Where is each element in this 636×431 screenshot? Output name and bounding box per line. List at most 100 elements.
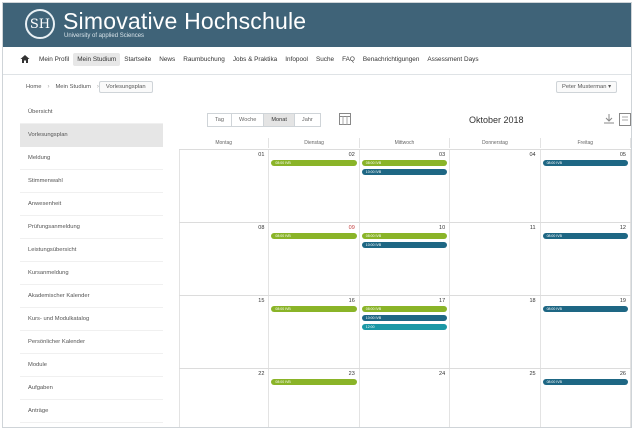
nav-item-6[interactable]: Infopool bbox=[281, 53, 312, 66]
calendar: Tag Woche Monat Jahr Oktober 2018 Montag Die… bbox=[179, 101, 631, 427]
day-cell[interactable]: 23 08:00 IVB bbox=[269, 369, 360, 427]
nav-item-9[interactable]: Benachrichtigungen bbox=[359, 53, 424, 66]
day-cell[interactable]: 25 bbox=[450, 369, 541, 427]
view-button[interactable]: Jahr bbox=[293, 113, 321, 127]
calendar-event[interactable]: 08:00 IVB bbox=[271, 379, 357, 385]
calendar-week: 01 02 08:00 IVB 03 08:00 IVB 10:00 IVB 04 05 08:… bbox=[179, 149, 631, 222]
calendar-event[interactable]: 12:00 bbox=[361, 324, 448, 330]
day-cell[interactable]: 03 08:00 IVB 10:00 IVB bbox=[360, 150, 451, 222]
sidebar-item[interactable]: Übersicht bbox=[20, 101, 163, 124]
sidebar-item[interactable]: Persönlicher Kalender bbox=[20, 331, 163, 354]
day-number: 19 bbox=[619, 298, 626, 304]
sidebar-item[interactable]: Aufgaben bbox=[20, 377, 163, 400]
university-logo[interactable]: SH bbox=[25, 9, 55, 39]
weekday-header: Montag Dienstag Mittwoch Donnerstag Freitag bbox=[179, 138, 631, 148]
calendar-event[interactable]: 08:00 IVB bbox=[271, 233, 357, 239]
day-number: 05 bbox=[619, 152, 626, 158]
day-events: 08:00 IVB bbox=[542, 379, 628, 388]
sidebar-item[interactable]: Kurs- und Modulkatalog bbox=[20, 308, 163, 331]
day-number: 23 bbox=[348, 371, 355, 377]
calendar-grid-icon[interactable] bbox=[339, 113, 351, 125]
day-cell[interactable]: 09 08:00 IVB bbox=[269, 223, 360, 295]
sidebar-item[interactable]: Stimmenwahl bbox=[20, 170, 163, 193]
calendar-event[interactable]: 08:00 IVB bbox=[542, 379, 628, 385]
day-cell[interactable]: 19 08:00 IVB bbox=[541, 296, 631, 368]
nav-item-7[interactable]: Suche bbox=[312, 53, 338, 66]
day-cell[interactable]: 22 bbox=[179, 369, 270, 427]
calendar-event[interactable]: 08:00 IVB bbox=[271, 306, 357, 312]
sidebar-item[interactable]: Meldung bbox=[20, 147, 163, 170]
day-cell[interactable]: 05 08:00 IVB bbox=[541, 150, 631, 222]
print-icon[interactable] bbox=[619, 113, 631, 126]
sidebar-item[interactable]: Corporate Campus bbox=[20, 423, 163, 427]
day-cell[interactable]: 01 bbox=[179, 150, 270, 222]
calendar-event[interactable]: 08:00 IVB bbox=[361, 160, 448, 166]
day-cell[interactable]: 26 08:00 IVB bbox=[541, 369, 631, 427]
breadcrumb-item[interactable]: Home bbox=[20, 82, 47, 92]
day-number: 22 bbox=[258, 371, 265, 377]
day-number: 10 bbox=[439, 225, 446, 231]
nav-item-10[interactable]: Assessment Days bbox=[423, 53, 482, 66]
day-cell[interactable]: 04 bbox=[450, 150, 541, 222]
day-number: 01 bbox=[258, 152, 265, 158]
calendar-event[interactable]: 10:00 IVB bbox=[361, 242, 448, 248]
view-button[interactable]: Woche bbox=[231, 113, 264, 127]
sidebar-item[interactable]: Prüfungsanmeldung bbox=[20, 216, 163, 239]
day-cell[interactable]: 02 08:00 IVB bbox=[269, 150, 360, 222]
calendar-event[interactable]: 08:00 IVB bbox=[271, 160, 357, 166]
day-cell[interactable]: 16 08:00 IVB bbox=[269, 296, 360, 368]
nav-item-8[interactable]: FAQ bbox=[338, 53, 359, 66]
weekday-name: Freitag bbox=[541, 138, 631, 148]
day-cell[interactable]: 10 08:00 IVB 10:00 IVB bbox=[360, 223, 451, 295]
nav-item-2[interactable]: Startseite bbox=[120, 53, 155, 66]
day-cell[interactable]: 18 bbox=[450, 296, 541, 368]
weekday-name: Mittwoch bbox=[360, 138, 451, 148]
calendar-week: 22 23 08:00 IVB 24 25 26 08:00 IVB bbox=[179, 368, 631, 427]
nav-item-1[interactable]: Mein Studium bbox=[73, 53, 121, 66]
sidebar-item[interactable]: Leistungsübersicht bbox=[20, 239, 163, 262]
breadcrumb: Home › Mein Studium › Vorlesungsplan bbox=[20, 81, 153, 93]
calendar-event[interactable]: 10:00 IVB bbox=[361, 315, 448, 321]
nav-item-3[interactable]: News bbox=[155, 53, 179, 66]
day-cell[interactable]: 15 bbox=[179, 296, 270, 368]
day-cell[interactable]: 24 bbox=[360, 369, 451, 427]
sidebar-item[interactable]: Kursanmeldung bbox=[20, 262, 163, 285]
day-cell[interactable]: 11 bbox=[450, 223, 541, 295]
day-cell[interactable]: 12 08:00 IVB bbox=[541, 223, 631, 295]
view-button[interactable]: Tag bbox=[207, 113, 232, 127]
day-number: 18 bbox=[529, 298, 536, 304]
day-events: 08:00 IVB 10:00 IVB bbox=[361, 160, 448, 178]
calendar-event[interactable]: 08:00 IVB bbox=[542, 160, 628, 166]
day-number: 25 bbox=[529, 371, 536, 377]
nav-item-5[interactable]: Jobs & Praktika bbox=[229, 53, 281, 66]
nav-item-0[interactable]: Mein Profil bbox=[35, 53, 73, 66]
calendar-event[interactable]: 10:00 IVB bbox=[361, 169, 448, 175]
export-icon[interactable] bbox=[603, 113, 615, 125]
calendar-event[interactable]: 08:00 IVB bbox=[361, 233, 448, 239]
day-events: 08:00 IVB bbox=[271, 160, 357, 169]
month-title: Oktober 2018 bbox=[469, 115, 524, 125]
nav-item-4[interactable]: Raumbuchung bbox=[179, 53, 229, 66]
day-cell[interactable]: 08 bbox=[179, 223, 270, 295]
view-button[interactable]: Monat bbox=[263, 113, 294, 127]
sidebar-item[interactable]: Anwesenheit bbox=[20, 193, 163, 216]
nav-items: Mein Profil Mein Studium Startseite News Rau… bbox=[35, 53, 483, 66]
main-nav: Mein Profil Mein Studium Startseite News Rau… bbox=[3, 47, 631, 75]
sidebar-item[interactable]: Anträge bbox=[20, 400, 163, 423]
day-number: 17 bbox=[439, 298, 446, 304]
breadcrumb-item: Vorlesungsplan bbox=[98, 81, 153, 93]
home-icon[interactable] bbox=[20, 54, 30, 64]
day-cell[interactable]: 17 08:00 IVB 10:00 IVB 12:00 bbox=[360, 296, 451, 368]
calendar-event[interactable]: 08:00 IVB bbox=[542, 233, 628, 239]
day-events: 08:00 IVB bbox=[271, 233, 357, 242]
calendar-event[interactable]: 08:00 IVB bbox=[542, 306, 628, 312]
user-menu-button[interactable]: Peter Musterman ▾ bbox=[556, 81, 617, 93]
sidebar-item[interactable]: Vorlesungsplan bbox=[20, 124, 163, 147]
calendar-week: 15 16 08:00 IVB 17 08:00 IVB 10:00 IVB 12:00 18… bbox=[179, 295, 631, 368]
breadcrumb-item[interactable]: Mein Studium bbox=[49, 82, 96, 92]
sidebar-item[interactable]: Module bbox=[20, 354, 163, 377]
day-number: 02 bbox=[348, 152, 355, 158]
sidebar-item[interactable]: Akademischer Kalender bbox=[20, 285, 163, 308]
calendar-event[interactable]: 08:00 IVB bbox=[361, 306, 448, 312]
day-events: 08:00 IVB bbox=[542, 233, 628, 242]
